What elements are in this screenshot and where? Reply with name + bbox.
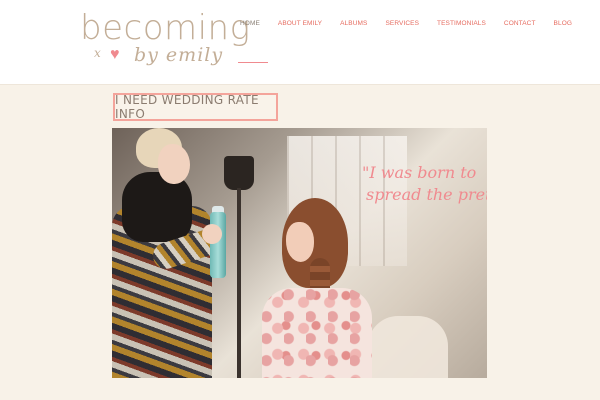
stylist-scarf <box>122 172 192 242</box>
nav-home[interactable]: HOME <box>240 20 260 34</box>
nav-blog[interactable]: BLOG <box>554 20 572 34</box>
quote-line-1: "I was born to <box>362 163 477 182</box>
nav-about-emily[interactable]: ABOUT EMILY <box>278 20 322 34</box>
main-nav: HOME ABOUT EMILY ALBUMS SERVICES TESTIMO… <box>240 20 590 34</box>
bride-face <box>286 222 314 262</box>
hero-quote: "I was born to spread the pretty" <box>362 162 487 205</box>
stylist-figure <box>112 128 225 378</box>
hero-image: "I was born to spread the pretty" <box>112 128 487 378</box>
bride-figure <box>262 198 412 378</box>
nav-contact[interactable]: CONTACT <box>504 20 536 34</box>
bride-floral-top <box>262 288 372 378</box>
nav-testimonials[interactable]: TESTIMONIALS <box>437 20 486 34</box>
lamp-stand <box>237 188 241 378</box>
lamp-shade <box>224 156 254 190</box>
hairspray-can <box>210 212 226 278</box>
wedding-rate-info-button[interactable]: I NEED WEDDING RATE INFO <box>113 93 278 121</box>
logo-underline <box>238 62 268 63</box>
quote-line-2: spread the pretty" <box>366 184 487 204</box>
nav-albums[interactable]: ALBUMS <box>340 20 367 34</box>
logo-wordmark: becoming <box>80 8 251 48</box>
heart-icon: ♥ <box>110 46 120 63</box>
stylist-face <box>158 144 190 184</box>
logo-mark: x <box>94 46 101 60</box>
logo-tagline: by emily <box>134 44 224 66</box>
stylist-hand <box>202 224 222 244</box>
site-header: becoming x ♥ by emily HOME ABOUT EMILY A… <box>0 0 600 85</box>
nav-services[interactable]: SERVICES <box>385 20 419 34</box>
